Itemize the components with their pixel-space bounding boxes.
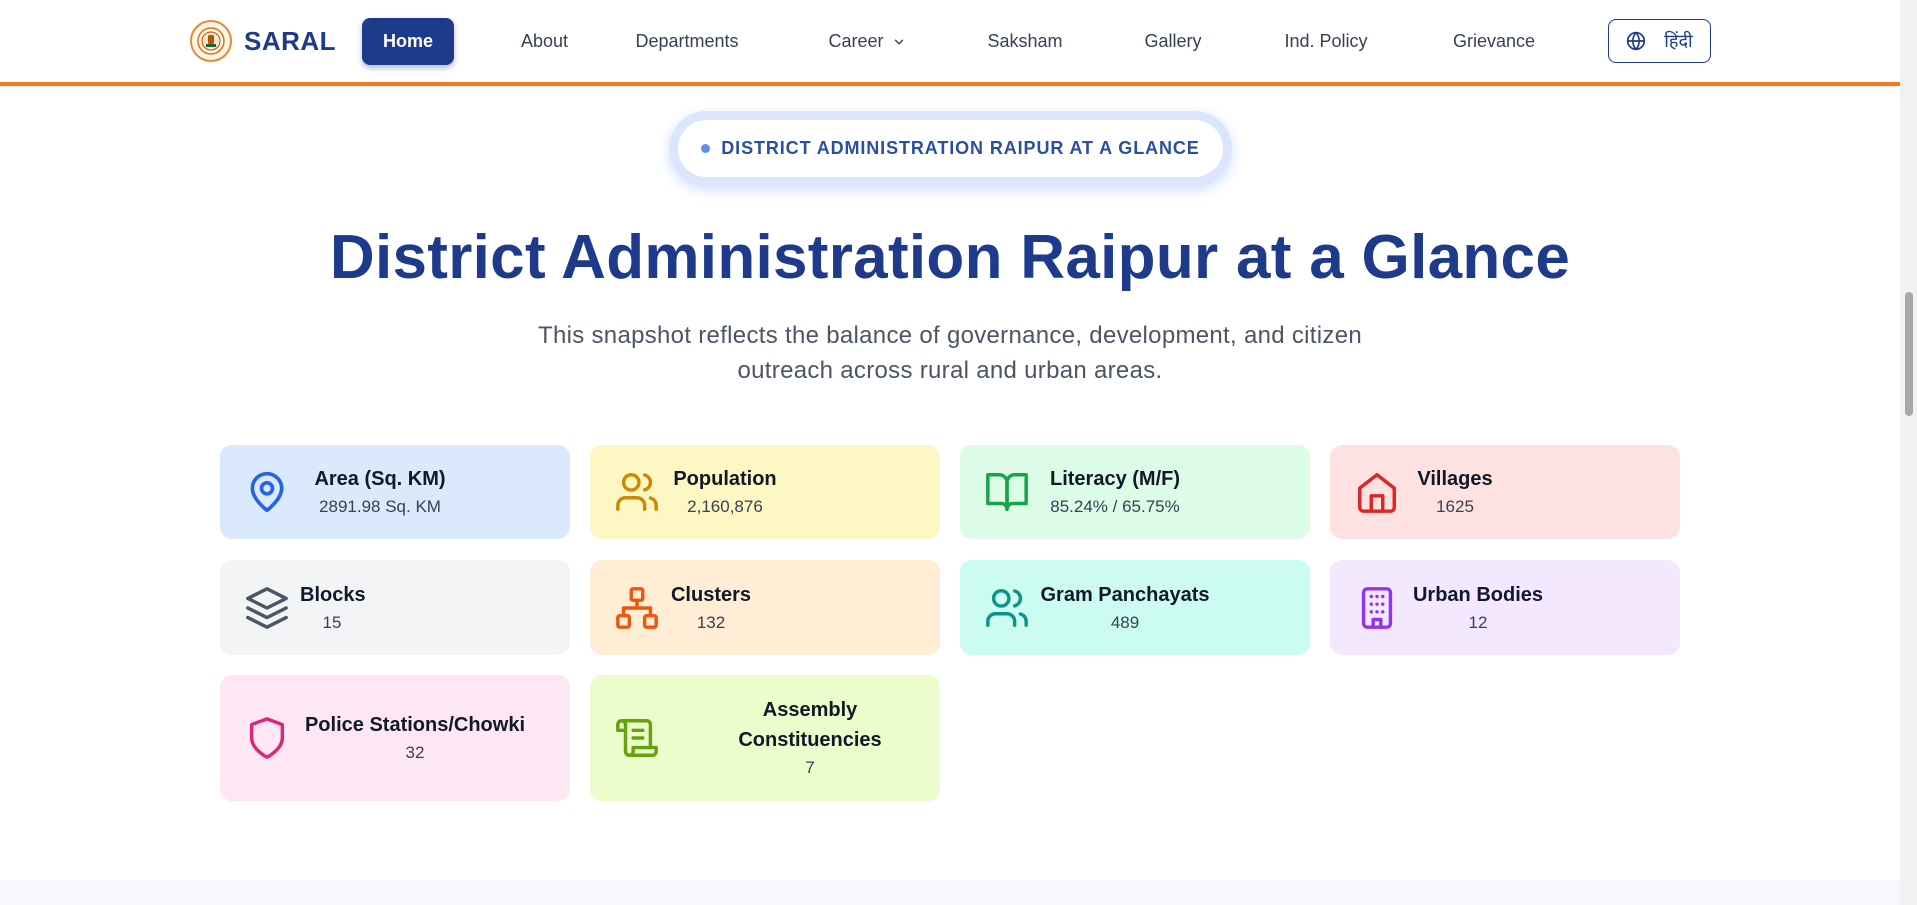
stat-value: 2,160,876 xyxy=(687,497,763,516)
stat-label: Assembly Constituencies xyxy=(738,699,882,751)
stat-value: 2891.98 Sq. KM xyxy=(319,497,441,516)
stat-value: 85.24% / 65.75% xyxy=(1050,497,1180,516)
stat-card-population: Population 2,160,876 xyxy=(590,445,940,539)
brand-name: SARAL xyxy=(244,25,337,56)
next-section-edge xyxy=(0,880,1900,905)
brand[interactable]: SARAL xyxy=(190,20,336,62)
stat-label: Villages xyxy=(1417,468,1493,490)
stat-card-gram-panchayats: Gram Panchayats 489 xyxy=(960,560,1310,655)
page-title: District Administration Raipur at a Glan… xyxy=(329,223,1571,292)
stat-value: 489 xyxy=(1110,612,1140,632)
scrollbar-track[interactable] xyxy=(1900,0,1917,905)
subtitle-line-2: outreach across rural and urban areas. xyxy=(737,357,1163,384)
network-icon xyxy=(614,585,660,631)
stat-label: Clusters xyxy=(670,583,752,606)
shield-icon xyxy=(244,715,290,761)
badge-text: DISTRICT ADMINISTRATION RAIPUR AT A GLAN… xyxy=(721,138,1200,158)
nav-label: Saksham xyxy=(987,31,1063,51)
nav-grievance[interactable]: Grievance xyxy=(1449,18,1539,65)
stat-card-literacy: Literacy (M/F) 85.24% / 65.75% xyxy=(960,445,1310,539)
stat-label: Blocks xyxy=(300,583,366,606)
map-pin-icon xyxy=(244,469,290,515)
stat-value: 32 xyxy=(405,743,425,762)
government-emblem-icon xyxy=(190,20,232,62)
stat-label: Area (Sq. KM) xyxy=(314,468,446,490)
nav-label: About xyxy=(520,31,569,51)
nav-label: Grievance xyxy=(1452,31,1536,51)
nav-label: Ind. Policy xyxy=(1284,31,1368,51)
stat-label: Gram Panchayats xyxy=(1040,583,1210,606)
nav-label: Gallery xyxy=(1144,31,1202,51)
stat-value: 15 xyxy=(322,612,342,632)
nav-departments[interactable]: Departments xyxy=(627,18,747,65)
stat-card-villages: Villages 1625 xyxy=(1330,445,1680,539)
nav-saksham[interactable]: Saksham xyxy=(985,18,1065,65)
stat-card-urban-bodies: Urban Bodies 12 xyxy=(1330,560,1680,655)
nav-home[interactable]: Home xyxy=(362,18,454,65)
globe-icon xyxy=(1626,31,1646,51)
chevron-down-icon xyxy=(892,35,906,49)
subtitle-line-1: This snapshot reflects the balance of go… xyxy=(537,322,1363,349)
language-label: हिंदी xyxy=(1664,31,1693,51)
stat-card-police-stations: Police Stations/Chowki 32 xyxy=(220,675,570,801)
users-icon xyxy=(984,585,1030,631)
nav-ind-policy[interactable]: Ind. Policy xyxy=(1281,18,1371,65)
nav-label: Home xyxy=(382,31,433,51)
language-toggle-button[interactable]: हिंदी xyxy=(1608,19,1711,63)
users-icon xyxy=(614,469,660,515)
nav-gallery[interactable]: Gallery xyxy=(1142,18,1204,65)
stat-card-blocks: Blocks 15 xyxy=(220,560,570,655)
main-nav: Home About Departments Career Saksham Ga… xyxy=(362,18,1539,65)
stat-value: 7 xyxy=(805,758,815,777)
stat-value: 132 xyxy=(696,612,726,632)
layers-icon xyxy=(244,585,290,631)
stat-value: 12 xyxy=(1468,612,1488,632)
stat-card-clusters: Clusters 132 xyxy=(590,560,940,655)
stat-card-assembly-constituencies: Assembly Constituencies 7 xyxy=(590,675,940,801)
stat-label: Literacy (M/F) xyxy=(1049,468,1181,490)
stat-label: Urban Bodies xyxy=(1412,583,1544,606)
scroll-icon xyxy=(614,715,660,761)
page-subtitle: This snapshot reflects the balance of go… xyxy=(480,318,1420,388)
building-icon xyxy=(1354,585,1400,631)
stat-label: Police Stations/Chowki xyxy=(304,714,526,736)
nav-about[interactable]: About xyxy=(517,18,572,65)
section-badge: DISTRICT ADMINISTRATION RAIPUR AT A GLAN… xyxy=(678,120,1223,177)
nav-label: Departments xyxy=(635,31,739,51)
stat-value: 1625 xyxy=(1436,497,1474,516)
nav-career[interactable]: Career xyxy=(822,18,912,65)
book-open-icon xyxy=(984,469,1030,515)
stat-label: Population xyxy=(673,468,777,490)
stat-card-area: Area (Sq. KM) 2891.98 Sq. KM xyxy=(220,445,570,539)
site-header: SARAL Home About Departments Career Saks… xyxy=(0,0,1900,86)
badge-dot-icon xyxy=(701,144,711,153)
home-icon xyxy=(1354,469,1400,515)
scrollbar-thumb[interactable] xyxy=(1905,292,1913,416)
nav-label: Career xyxy=(828,31,884,51)
